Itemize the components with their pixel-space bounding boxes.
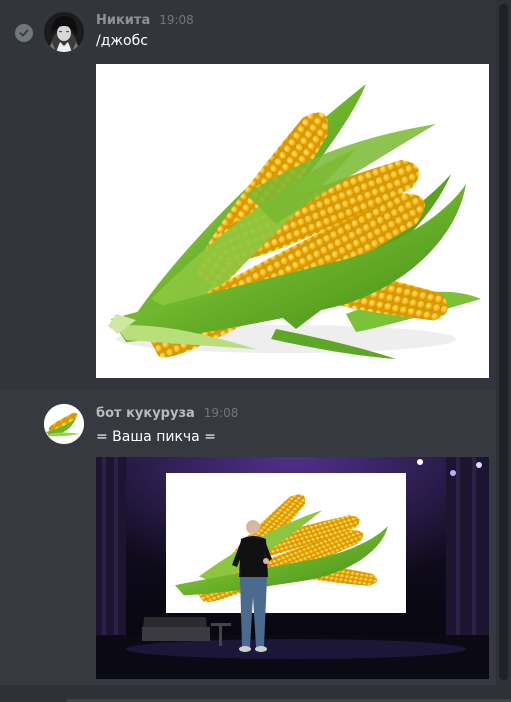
message-header: бот кукуруза 19:08	[96, 406, 238, 421]
keynote-corn-image[interactable]	[96, 457, 489, 679]
scrollbar-track[interactable]	[496, 0, 511, 685]
message-text: = Ваша пикча =	[96, 429, 216, 445]
timestamp: 19:08	[159, 13, 194, 27]
message-header: Никита 19:08	[96, 13, 194, 28]
message-text: /джобс	[96, 33, 148, 49]
check-circle-icon	[15, 24, 33, 42]
scrollbar-thumb[interactable]	[499, 4, 508, 680]
message-item[interactable]: Никита 19:08 /джобс	[0, 0, 496, 390]
corn-image[interactable]	[96, 64, 489, 378]
message-composer-area	[0, 685, 511, 702]
message-item[interactable]: бот кукуруза 19:08 = Ваша пикча =	[0, 395, 496, 685]
timestamp: 19:08	[203, 406, 239, 420]
username[interactable]: бот кукуруза	[96, 406, 195, 421]
chat-messages[interactable]: Никита 19:08 /джобс бот кукуруза 19:08 =…	[0, 0, 496, 685]
user-avatar[interactable]	[44, 12, 84, 52]
corn-avatar[interactable]	[44, 404, 84, 444]
username[interactable]: Никита	[96, 13, 150, 28]
